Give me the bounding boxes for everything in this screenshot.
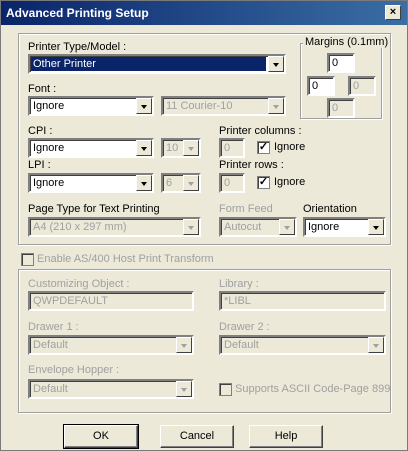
margin-right-input: 0 — [348, 76, 376, 96]
page-type-label: Page Type for Text Printing — [28, 203, 160, 215]
printer-rows-input: 0 — [219, 173, 245, 193]
lpi-number-select: 6 — [161, 173, 201, 193]
font-name-select: 11 Courier-10 — [161, 96, 286, 116]
rows-ignore-label: Ignore — [274, 176, 306, 188]
lpi-select[interactable]: Ignore — [28, 173, 154, 193]
margin-left-input[interactable]: 0 — [307, 76, 335, 96]
close-icon[interactable]: × — [385, 5, 401, 20]
chevron-down-icon — [268, 98, 284, 114]
margin-bottom-input: 0 — [327, 98, 355, 118]
chevron-down-icon — [176, 381, 192, 397]
form-feed-label: Form Feed — [219, 203, 273, 215]
chevron-down-icon — [183, 219, 199, 235]
form-feed-select: Autocut — [219, 217, 297, 237]
chevron-down-icon[interactable] — [136, 175, 152, 191]
cpi-number-select: 10 — [161, 138, 201, 158]
library-input: *LIBL — [219, 291, 386, 311]
library-label: Library : — [219, 278, 259, 290]
margins-label: Margins (0.1mm) — [303, 36, 391, 48]
chevron-down-icon — [176, 337, 192, 353]
customizing-object-label: Customizing Object : — [28, 278, 130, 290]
page-type-select: A4 (210 x 297 mm) — [28, 217, 201, 237]
envelope-hopper-label: Envelope Hopper : — [28, 364, 120, 376]
printer-type-select[interactable]: Other Printer — [28, 54, 286, 74]
customizing-object-input: QWPDEFAULT — [28, 291, 194, 311]
rows-ignore-checkbox[interactable]: ✓ — [257, 176, 270, 189]
printer-columns-label: Printer columns : — [219, 125, 302, 137]
cpi-select[interactable]: Ignore — [28, 138, 154, 158]
ascii-codepage-label: Supports ASCII Code-Page 899 — [235, 383, 391, 395]
drawer1-label: Drawer 1 : — [28, 321, 79, 333]
cpi-label: CPI : — [28, 125, 53, 137]
cancel-button[interactable]: Cancel — [160, 425, 234, 448]
orientation-label: Orientation — [303, 203, 357, 215]
help-button[interactable]: Help — [249, 425, 323, 448]
ok-button[interactable]: OK — [63, 424, 139, 449]
chevron-down-icon[interactable] — [136, 98, 152, 114]
chevron-down-icon — [183, 175, 199, 191]
chevron-down-icon[interactable] — [268, 56, 284, 72]
chevron-down-icon[interactable] — [368, 219, 384, 235]
columns-ignore-checkbox[interactable]: ✓ — [257, 141, 270, 154]
drawer2-label: Drawer 2 : — [219, 321, 270, 333]
enable-host-transform-checkbox — [21, 253, 34, 266]
margin-top-input[interactable]: 0 — [327, 53, 355, 73]
chevron-down-icon[interactable] — [136, 140, 152, 156]
columns-ignore-label: Ignore — [274, 141, 306, 153]
font-label: Font : — [28, 83, 57, 95]
chevron-down-icon — [279, 219, 295, 235]
drawer2-select: Default — [219, 335, 386, 355]
printer-type-label: Printer Type/Model : — [28, 41, 127, 53]
envelope-hopper-select: Default — [28, 379, 194, 399]
advanced-printing-setup-dialog: Advanced Printing Setup × Printer Type/M… — [0, 0, 408, 451]
chevron-down-icon — [368, 337, 384, 353]
title-bar: Advanced Printing Setup × — [1, 1, 407, 25]
window-title: Advanced Printing Setup — [6, 6, 149, 20]
drawer1-select: Default — [28, 335, 194, 355]
font-select[interactable]: Ignore — [28, 96, 154, 116]
enable-host-transform-label: Enable AS/400 Host Print Transform — [37, 253, 214, 265]
lpi-label: LPI : — [28, 159, 51, 171]
orientation-select[interactable]: Ignore — [303, 217, 386, 237]
printer-rows-label: Printer rows : — [219, 159, 284, 171]
chevron-down-icon — [183, 140, 199, 156]
ascii-codepage-checkbox — [219, 383, 232, 396]
printer-columns-input: 0 — [219, 138, 245, 158]
